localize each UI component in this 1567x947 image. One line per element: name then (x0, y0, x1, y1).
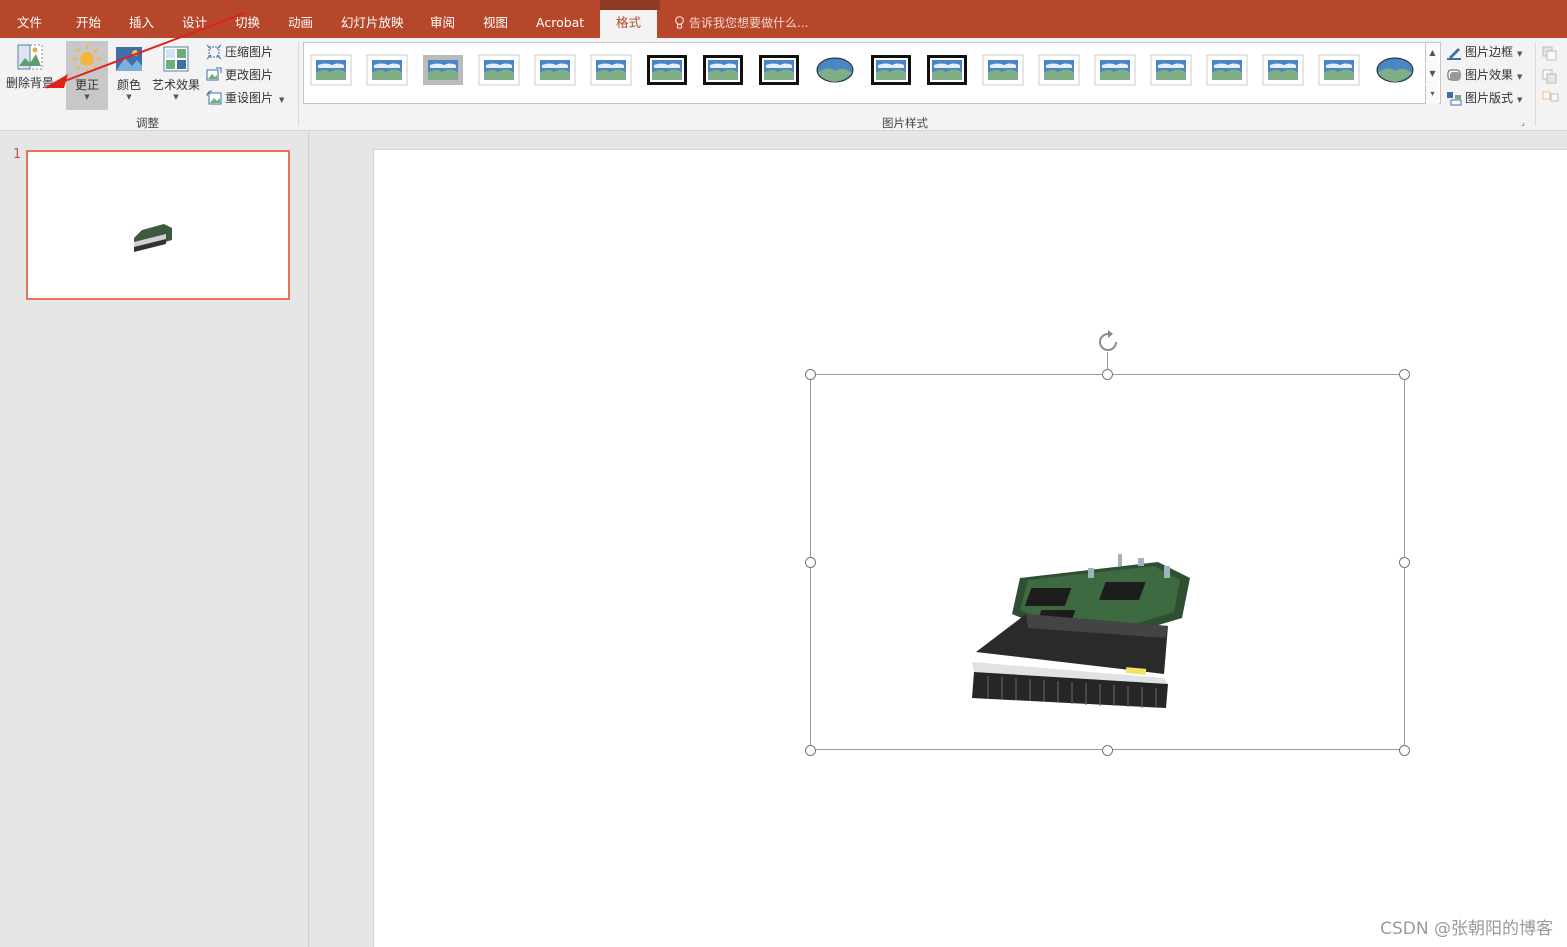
tab-view[interactable]: 视图 (483, 8, 508, 38)
group-separator (298, 42, 299, 126)
group-separator (1535, 42, 1536, 126)
picture-style-20[interactable] (1374, 53, 1416, 87)
picture-style-19[interactable] (1318, 53, 1360, 87)
tab-animations[interactable]: 动画 (288, 8, 313, 38)
picture-effects-label: 图片效果 (1465, 68, 1514, 82)
picture-effects-button[interactable]: 图片效果 ▼ (1446, 65, 1522, 85)
resize-handle-top-right[interactable] (1399, 369, 1410, 380)
tab-format[interactable]: 格式 (600, 10, 658, 38)
picture-tools-cap (600, 0, 660, 10)
tell-me-box[interactable]: 告诉我您想要做什么... (674, 8, 808, 38)
picture-layout-button[interactable]: 图片版式 ▼ (1446, 88, 1522, 108)
slide-number: 1 (13, 147, 22, 162)
picture-styles-gallery (303, 42, 1441, 104)
picture-border-icon (1447, 48, 1461, 60)
picture-style-14[interactable] (1038, 53, 1080, 87)
chevron-down-icon: ▼ (1517, 96, 1523, 104)
picture-border-button[interactable]: 图片边框 ▼ (1446, 42, 1522, 62)
watermark-text: CSDN @张朝阳的博客 (1380, 919, 1553, 939)
powerpoint-window: 文件 开始 插入 设计 切换 动画 幻灯片放映 审阅 视图 Acrobat 格式… (0, 0, 1567, 947)
picture-style-16[interactable] (1150, 53, 1192, 87)
arrange-group-partial (1542, 44, 1567, 104)
resize-handle-left[interactable] (805, 557, 816, 568)
picture-style-8[interactable] (702, 53, 744, 87)
resize-handle-top[interactable] (1102, 369, 1113, 380)
picture-style-1[interactable] (310, 53, 352, 87)
slide-thumbnail-pane: 1 (0, 132, 309, 947)
resize-handle-bottom-left[interactable] (805, 745, 816, 756)
resize-handle-bottom[interactable] (1102, 745, 1113, 756)
bring-forward-icon (1542, 46, 1559, 102)
picture-style-17[interactable] (1206, 53, 1248, 87)
resize-handle-right[interactable] (1399, 557, 1410, 568)
picture-style-5[interactable] (534, 53, 576, 87)
rotate-icon[interactable] (1096, 330, 1120, 354)
tab-review[interactable]: 审阅 (430, 8, 455, 38)
picture-border-label: 图片边框 (1465, 45, 1514, 59)
picture-style-3[interactable] (422, 53, 464, 87)
chevron-down-icon: ▼ (1517, 73, 1523, 81)
gallery-scroll-down[interactable]: ▼ (1425, 64, 1439, 84)
tab-acrobat[interactable]: Acrobat (536, 8, 584, 38)
picture-style-2[interactable] (366, 53, 408, 87)
picture-style-15[interactable] (1094, 53, 1136, 87)
picture-style-9[interactable] (758, 53, 800, 87)
picture-style-11[interactable] (870, 53, 912, 87)
slide-thumbnail[interactable] (26, 150, 290, 300)
picture-styles-group-label: 图片样式 (882, 116, 928, 130)
gallery-more-button[interactable]: ▾ (1425, 85, 1439, 104)
picture-style-7[interactable] (646, 53, 688, 87)
picture-layout-label: 图片版式 (1465, 91, 1514, 105)
picture-layout-icon (1447, 92, 1462, 106)
picture-style-10[interactable] (814, 53, 856, 87)
resize-handle-top-left[interactable] (805, 369, 816, 380)
lightbulb-icon (675, 16, 684, 29)
server-thumbnail-image (134, 224, 172, 252)
tab-slideshow[interactable]: 幻灯片放映 (341, 8, 404, 38)
picture-style-4[interactable] (478, 53, 520, 87)
chevron-down-icon: ▼ (279, 96, 285, 104)
resize-handle-bottom-right[interactable] (1399, 745, 1410, 756)
picture-style-12[interactable] (926, 53, 968, 87)
annotation-arrow (44, 12, 246, 88)
dialog-launcher-icon[interactable]: ⌟ (1521, 118, 1525, 127)
gallery-scroll-up[interactable]: ▲ (1425, 43, 1439, 63)
chevron-down-icon: ▼ (1517, 50, 1523, 58)
adjust-group-label: 调整 (136, 116, 159, 130)
picture-style-6[interactable] (590, 53, 632, 87)
picture-style-18[interactable] (1262, 53, 1304, 87)
tell-me-text: 告诉我您想要做什么... (689, 16, 809, 30)
picture-style-13[interactable] (982, 53, 1024, 87)
server-image (972, 554, 1190, 708)
picture-effects-icon (1447, 69, 1461, 81)
